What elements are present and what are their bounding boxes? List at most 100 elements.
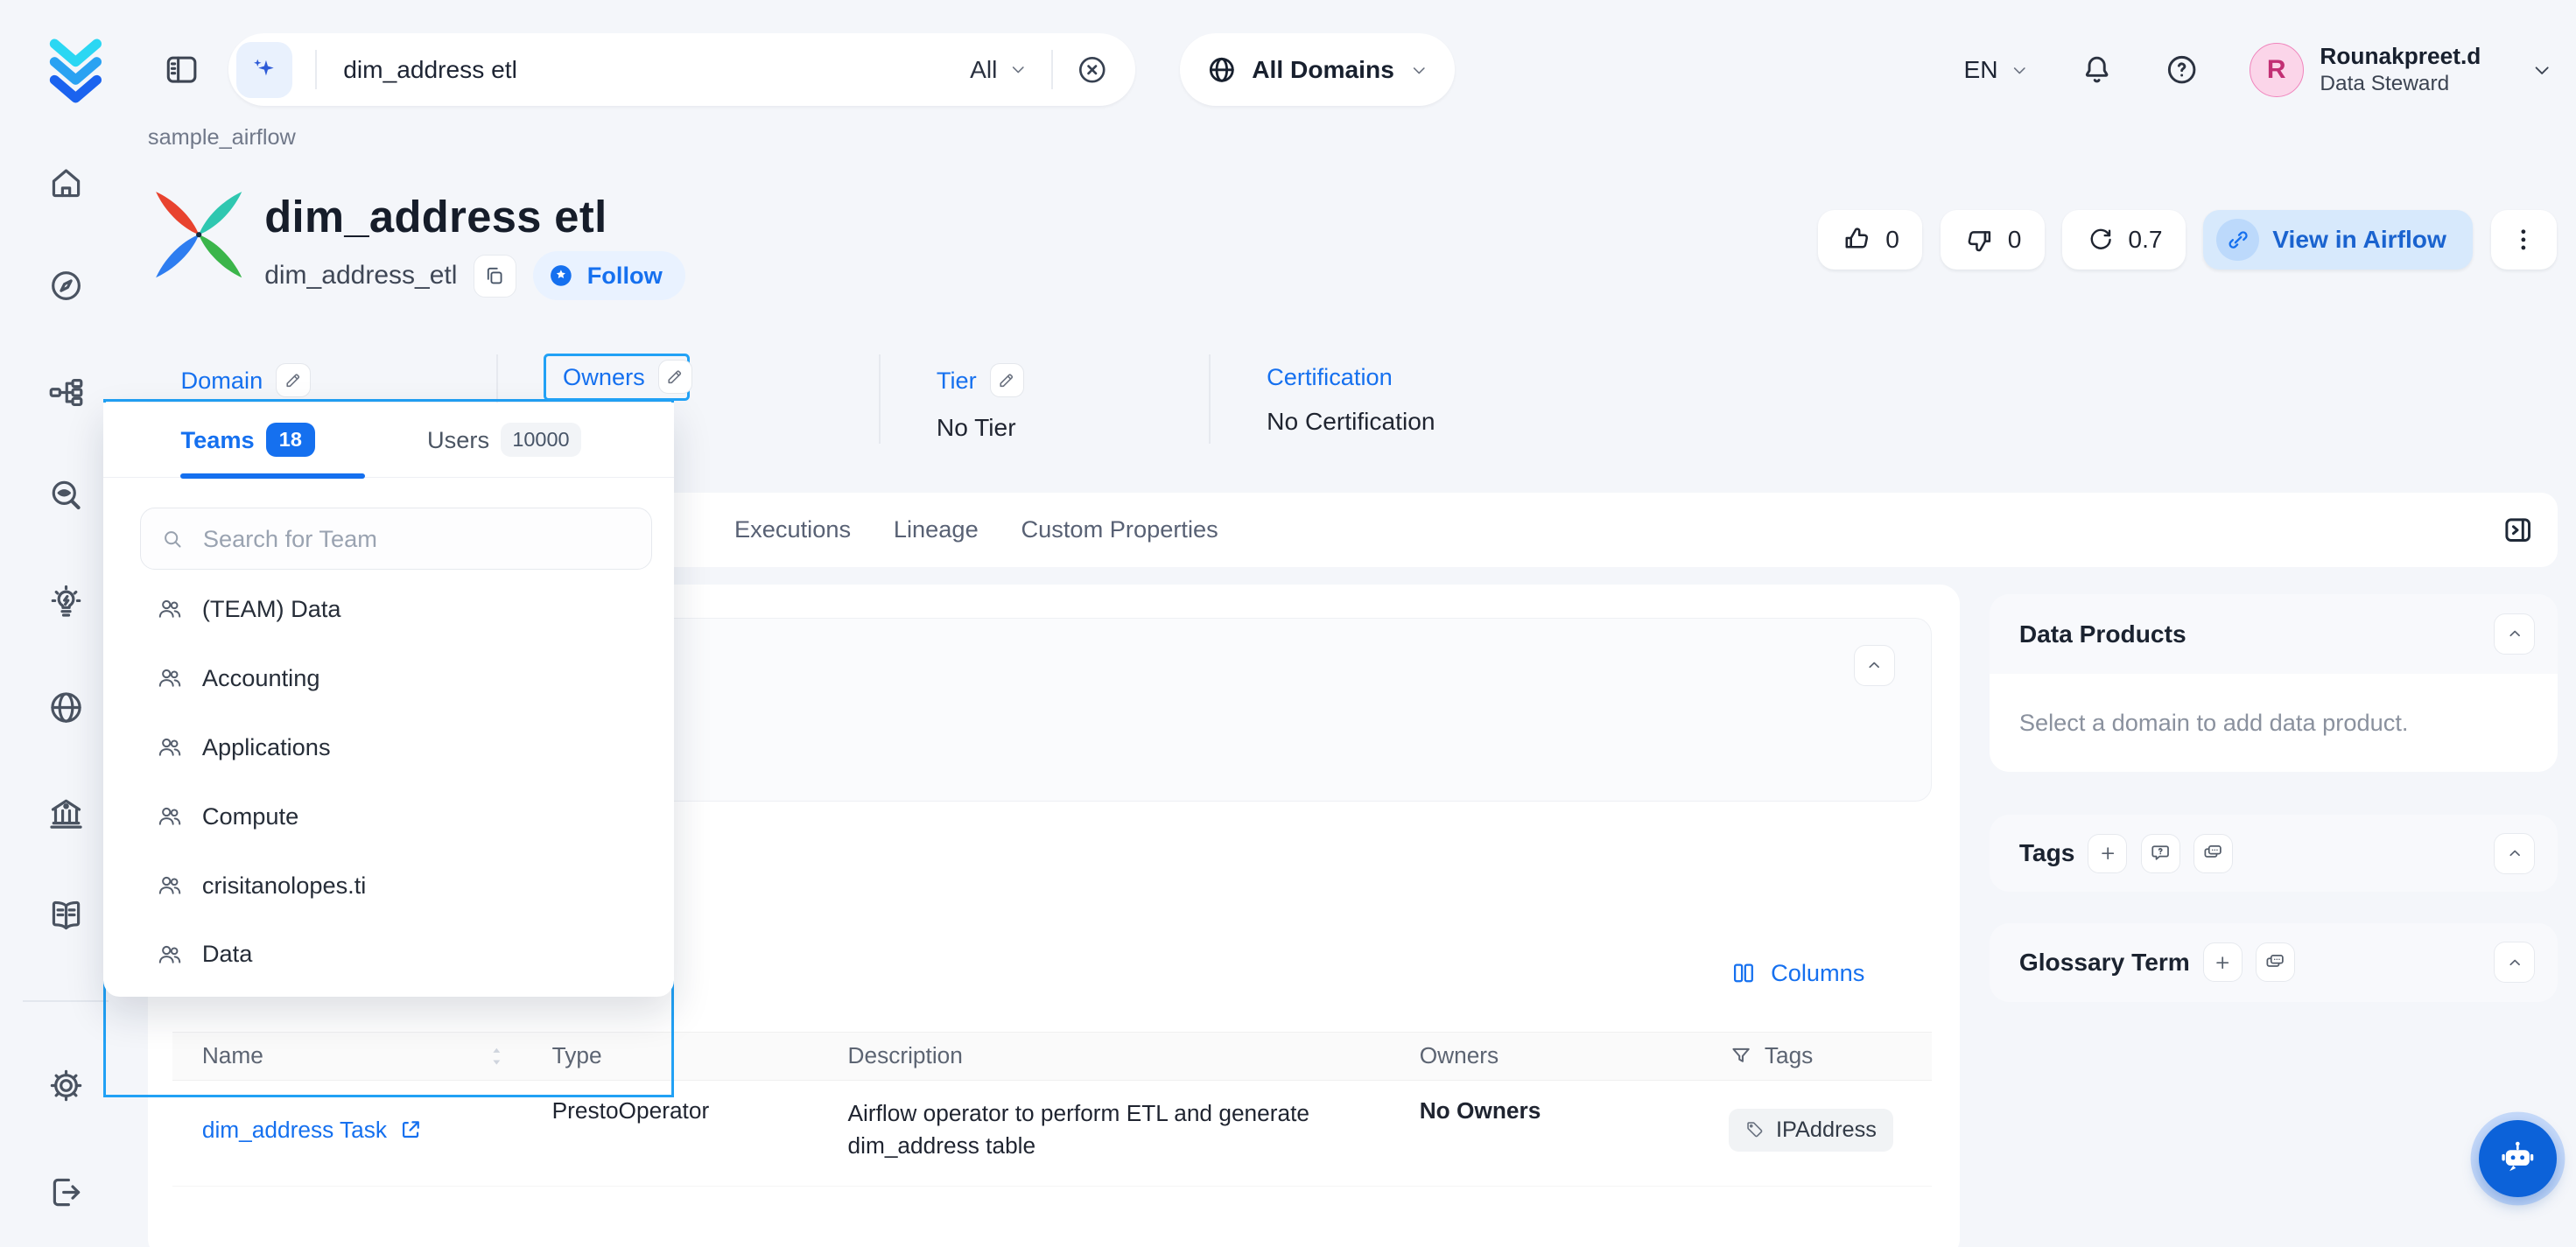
more-options-button[interactable]	[2491, 210, 2557, 270]
sidebar-item-lineage[interactable]	[46, 373, 86, 412]
team-list-item[interactable]: Accounting	[103, 644, 673, 713]
edit-domain-icon[interactable]	[276, 363, 310, 397]
upvote-button[interactable]: 0	[1818, 210, 1922, 270]
glossary-conversations-icon[interactable]	[2256, 942, 2295, 982]
sidebar-item-glossary[interactable]	[46, 895, 86, 935]
top-bar-right: EN R Rounakpreet.d Data Steward	[1964, 43, 2553, 97]
owners-focus-box: Owners	[544, 354, 690, 401]
follow-button[interactable]: Follow	[533, 251, 685, 300]
chevron-down-icon[interactable]	[2530, 59, 2553, 81]
data-products-title: Data Products	[2019, 620, 2186, 648]
kebab-icon	[2509, 225, 2538, 255]
view-in-airflow-button[interactable]: View in Airflow	[2203, 210, 2472, 270]
user-name: Rounakpreet.d	[2320, 43, 2481, 71]
app-logo-icon[interactable]	[41, 33, 110, 106]
open-book-icon	[46, 895, 86, 935]
filter-funnel-icon[interactable]	[1729, 1044, 1753, 1068]
team-search-input[interactable]	[200, 523, 632, 555]
refresh-icon	[2086, 225, 2116, 255]
team-list-item[interactable]: crisitanolopes.ti	[103, 851, 673, 920]
add-glossary-term-icon[interactable]	[2203, 942, 2243, 982]
sort-icon[interactable]	[488, 1046, 506, 1067]
team-list-item[interactable]: Data	[103, 920, 673, 989]
task-type: PrestoOperator	[523, 1097, 818, 1163]
collapse-chevron-up-icon[interactable]	[2494, 942, 2535, 983]
search-scope-dropdown[interactable]: All	[970, 56, 1028, 84]
tab-lineage[interactable]: Lineage	[894, 515, 979, 543]
team-icon	[156, 595, 184, 623]
chat-bot-button[interactable]	[2479, 1120, 2556, 1197]
ai-sparkle-icon[interactable]	[236, 42, 292, 98]
all-domains-dropdown[interactable]: All Domains	[1180, 33, 1456, 106]
active-tab-underline	[180, 473, 364, 479]
tag-chip[interactable]: IPAddress	[1729, 1109, 1893, 1152]
tab-executions[interactable]: Executions	[734, 515, 851, 543]
top-bar: All All Domains EN	[0, 0, 2576, 140]
collapse-chevron-up-icon[interactable]	[2494, 613, 2535, 655]
entity-subrow: dim_address_etl Follow	[264, 251, 685, 300]
tier-label[interactable]: Tier	[937, 367, 977, 395]
col-header-tags[interactable]: Tags	[1701, 1042, 1933, 1069]
team-list-item[interactable]: Compute	[103, 781, 673, 851]
edit-owners-icon[interactable]	[658, 360, 692, 394]
copy-icon[interactable]	[474, 255, 516, 298]
gear-icon	[46, 1066, 86, 1105]
owners-label[interactable]: Owners	[563, 363, 645, 391]
collapse-chevron-up-icon[interactable]	[1854, 645, 1895, 686]
link-icon	[2216, 219, 2259, 262]
tag-conversations-icon[interactable]	[2193, 834, 2233, 873]
avatar: R	[2250, 43, 2304, 97]
tier-block: Tier No Tier	[937, 363, 1024, 442]
certification-label[interactable]: Certification	[1267, 363, 1393, 391]
team-list-item[interactable]: (TEAM) Data	[103, 575, 673, 644]
certification-value: No Certification	[1267, 408, 1435, 436]
sidebar-toggle-icon[interactable]	[163, 51, 200, 88]
page-title: dim_address etl	[264, 191, 607, 242]
downvote-button[interactable]: 0	[1941, 210, 2045, 270]
hierarchy-icon	[46, 373, 86, 412]
search-input[interactable]	[340, 54, 970, 86]
col-header-description[interactable]: Description	[818, 1040, 1390, 1073]
col-header-owners[interactable]: Owners	[1390, 1042, 1701, 1069]
tab-teams[interactable]: Teams 18	[180, 423, 314, 456]
sidebar-item-govern[interactable]	[46, 794, 86, 833]
col-header-name[interactable]: Name	[172, 1042, 523, 1069]
task-link[interactable]: dim_address Task	[202, 1117, 423, 1144]
user-menu[interactable]: R Rounakpreet.d Data Steward	[2250, 43, 2481, 97]
sidebar-item-domains[interactable]	[46, 688, 86, 727]
sidebar-item-home[interactable]	[46, 163, 86, 202]
add-tag-icon[interactable]	[2088, 834, 2127, 873]
sidebar-item-logout[interactable]	[46, 1173, 86, 1212]
team-list-item[interactable]: Applications	[103, 713, 673, 782]
tab-custom-properties[interactable]: Custom Properties	[1021, 515, 1218, 543]
entity-actions: 0 0 0.7 View in Airflow	[1818, 210, 2556, 270]
clear-search-icon[interactable]	[1076, 53, 1109, 87]
users-count-badge: 10000	[501, 423, 580, 456]
sidebar-item-observability[interactable]	[46, 476, 86, 515]
edit-tier-icon[interactable]	[990, 363, 1024, 397]
collapse-chevron-up-icon[interactable]	[2494, 833, 2535, 874]
notifications-bell-icon[interactable]	[2079, 52, 2115, 88]
language-dropdown[interactable]: EN	[1964, 56, 2030, 84]
help-icon[interactable]	[2164, 52, 2200, 88]
robot-icon	[2495, 1137, 2540, 1181]
sidebar-item-settings[interactable]	[46, 1066, 86, 1105]
tab-users[interactable]: Users 10000	[427, 423, 581, 456]
columns-button[interactable]: Columns	[1720, 957, 1875, 989]
breadcrumb[interactable]: sample_airflow	[148, 125, 296, 151]
request-tag-icon[interactable]	[2141, 834, 2180, 873]
owners-popup-tabs: Teams 18 Users 10000	[103, 403, 673, 478]
sidebar-item-insights[interactable]	[46, 583, 86, 622]
team-icon	[156, 733, 184, 761]
col-header-type[interactable]: Type	[523, 1042, 818, 1069]
global-search-bar[interactable]: All	[228, 33, 1135, 106]
globe-icon	[1206, 54, 1238, 86]
sidebar-item-explore[interactable]	[46, 266, 86, 305]
team-search-box[interactable]	[140, 508, 653, 570]
compass-icon	[46, 266, 86, 305]
expand-panel-icon[interactable]	[2501, 513, 2535, 547]
team-icon	[156, 664, 184, 692]
score-button[interactable]: 0.7	[2062, 210, 2185, 270]
app-root: All All Domains EN	[0, 0, 2576, 1247]
external-link-icon	[398, 1117, 423, 1142]
